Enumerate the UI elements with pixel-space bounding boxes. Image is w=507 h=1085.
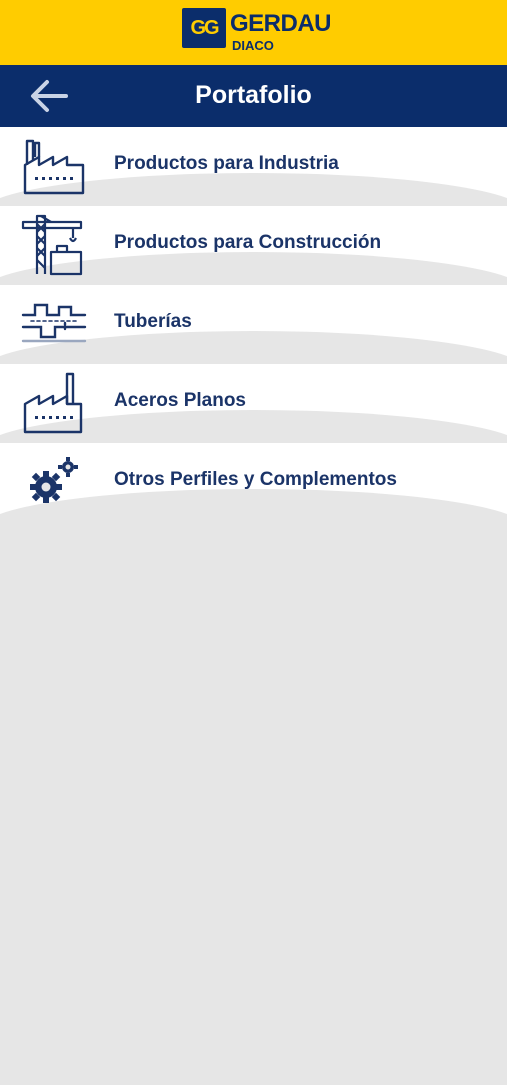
list-item-tuberias[interactable]: Tuberías (0, 285, 507, 362)
item-label: Otros Perfiles y Complementos (114, 469, 397, 490)
factory-icon (20, 135, 88, 195)
logo-name: GERDAU (230, 10, 332, 37)
factory-icon (20, 372, 88, 434)
item-label: Tuberías (114, 311, 192, 332)
list-item-aceros-planos[interactable]: Aceros Planos (0, 364, 507, 441)
list-item-otros-perfiles[interactable]: Otros Perfiles y Complementos (0, 443, 507, 1083)
logo-subtitle: DIACO (232, 38, 274, 53)
gears-icon (20, 451, 88, 511)
crane-icon (20, 214, 88, 276)
item-label: Productos para Industria (114, 153, 339, 174)
page-title: Portafolio (195, 81, 312, 109)
portfolio-list: Productos para Industria Productos para … (0, 127, 507, 1085)
item-label: Aceros Planos (114, 390, 246, 411)
list-item-industria[interactable]: Productos para Industria (0, 127, 507, 204)
brand-bar: GG GERDAU DIACO (0, 0, 507, 65)
item-label: Productos para Construcción (114, 232, 382, 253)
list-item-construccion[interactable]: Productos para Construcción (0, 206, 507, 283)
pipes-icon (20, 293, 88, 353)
app-header: Portafolio (0, 65, 507, 127)
gerdau-logo: GG GERDAU DIACO (182, 8, 332, 60)
logo-mark: GG (182, 8, 226, 48)
